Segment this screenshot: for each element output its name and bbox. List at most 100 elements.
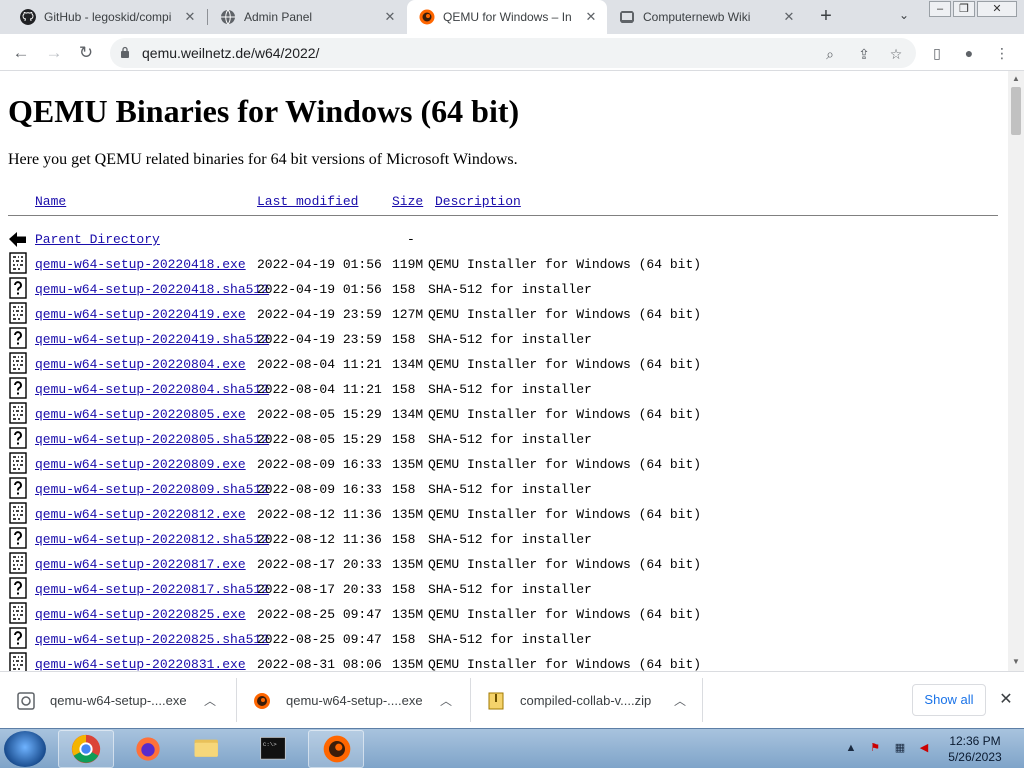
search-icon[interactable]: ⌕ [820,44,840,64]
file-size: 127M [392,307,424,322]
maximize-button[interactable]: ❐ [953,1,975,17]
profile-icon[interactable]: ● [959,43,979,63]
file-description: SHA-512 for installer [428,432,592,447]
file-size: 135M [392,507,424,522]
clock-time: 12:36 PM [949,734,1001,748]
unknown-file-icon [9,477,27,499]
wiki-icon [620,11,634,23]
file-link[interactable]: qemu-w64-setup-20220809.sha512 [35,482,269,497]
file-link[interactable]: qemu-w64-setup-20220812.sha512 [35,532,269,547]
close-tab-icon[interactable]: ✕ [583,9,599,25]
download-file-name: qemu-w64-setup-....exe [286,693,423,708]
folder-icon [194,739,218,757]
file-link[interactable]: qemu-w64-setup-20220817.exe [35,557,246,572]
show-hidden-icons[interactable]: ▲ [844,741,858,755]
unknown-file-icon [9,327,27,349]
file-link[interactable]: qemu-w64-setup-20220825.sha512 [35,632,269,647]
file-link[interactable]: qemu-w64-setup-20220419.exe [35,307,246,322]
close-tab-icon[interactable]: ✕ [182,9,198,25]
tab-qemu[interactable]: QEMU for Windows – Ins ✕ [407,0,607,34]
back-icon[interactable]: ← [8,40,34,66]
parent-directory-row: Parent Directory - [0,227,1000,252]
file-link[interactable]: qemu-w64-setup-20220812.exe [35,507,246,522]
file-row: qemu-w64-setup-20220419.exe 2022-04-19 23… [0,302,1000,327]
scroll-down-arrow[interactable]: ▼ [1011,657,1021,666]
file-link[interactable]: qemu-w64-setup-20220809.exe [35,457,246,472]
bookmark-star-icon[interactable]: ☆ [886,44,906,64]
file-link[interactable]: qemu-w64-setup-20220825.exe [35,607,246,622]
file-link[interactable]: qemu-w64-setup-20220418.exe [35,257,246,272]
tab-admin-panel[interactable]: Admin Panel ✕ [208,0,406,34]
file-modified: 2022-08-17 20:33 [257,557,382,572]
url-text[interactable]: qemu.weilnetz.de/w64/2022/ [142,45,319,61]
file-link[interactable]: qemu-w64-setup-20220831.exe [35,657,246,671]
file-link[interactable]: qemu-w64-setup-20220418.sha512 [35,282,269,297]
chevron-up-icon[interactable]: ︿ [436,692,456,709]
taskbar-qemu[interactable] [308,730,364,768]
close-tab-icon[interactable]: ✕ [382,9,398,25]
tab-github[interactable]: GitHub - legoskid/compil ✕ [8,0,206,34]
scroll-thumb[interactable] [1011,87,1021,135]
network-icon[interactable]: ▦ [893,741,907,755]
file-link[interactable]: qemu-w64-setup-20220805.exe [35,407,246,422]
column-header-size[interactable]: Size [392,194,423,209]
file-link[interactable]: qemu-w64-setup-20220804.exe [35,357,246,372]
taskbar-explorer[interactable] [180,730,236,768]
file-description: SHA-512 for installer [428,282,592,297]
taskbar-chrome[interactable] [58,730,114,768]
unknown-file-icon [9,427,27,449]
close-icon[interactable]: ✕ [996,690,1016,710]
taskbar-cmd[interactable]: C:\> [245,730,301,768]
volume-icon[interactable]: ◀ [917,741,931,755]
new-tab-button[interactable]: + [814,5,838,29]
download-item[interactable]: qemu-w64-setup-....exe ︿ [0,672,236,729]
show-all-button[interactable]: Show all [912,684,986,716]
file-description: SHA-512 for installer [428,632,592,647]
lock-icon[interactable] [120,46,130,58]
chevron-up-icon[interactable]: ︿ [200,692,220,709]
file-description: SHA-512 for installer [428,332,592,347]
minimize-button[interactable]: – [929,1,951,17]
file-row: qemu-w64-setup-20220825.exe 2022-08-25 09… [0,602,1000,627]
page-content: QEMU Binaries for Windows (64 bit) Here … [0,71,1008,671]
tab-search-icon[interactable]: ⌄ [894,8,914,28]
download-item[interactable]: compiled-collab-v....zip ︿ [470,672,702,729]
file-row: qemu-w64-setup-20220817.sha512 2022-08-17… [0,577,1000,602]
unknown-file-icon [9,627,27,649]
download-item[interactable]: qemu-w64-setup-....exe ︿ [236,672,470,729]
file-link[interactable]: qemu-w64-setup-20220804.sha512 [35,382,269,397]
column-header-last-modified[interactable]: Last modified [257,194,358,209]
file-link[interactable]: qemu-w64-setup-20220805.sha512 [35,432,269,447]
side-panel-icon[interactable]: ▯ [927,43,947,63]
binary-file-icon [9,402,27,424]
file-size: 158 [392,482,416,497]
file-modified: 2022-08-04 11:21 [257,357,382,372]
address-bar[interactable]: qemu.weilnetz.de/w64/2022/ ⌕ ⇪ ☆ [110,38,916,68]
share-icon[interactable]: ⇪ [854,44,874,64]
clock[interactable]: 12:36 PM 5/26/2023 [940,733,1010,765]
file-row: qemu-w64-setup-20220805.sha512 2022-08-05… [0,427,1000,452]
column-header-name[interactable]: Name [35,194,66,209]
taskbar-firefox[interactable] [120,730,176,768]
action-center-icon[interactable]: ⚑ [868,741,882,755]
vertical-scrollbar[interactable]: ▲ ▼ [1008,71,1024,671]
binary-file-icon [9,352,27,374]
reload-icon[interactable]: ↻ [73,40,99,66]
file-link[interactable]: qemu-w64-setup-20220419.sha512 [35,332,269,347]
column-header-description[interactable]: Description [435,194,521,209]
file-modified: 2022-08-17 20:33 [257,582,382,597]
file-link[interactable]: qemu-w64-setup-20220817.sha512 [35,582,269,597]
file-modified: 2022-08-05 15:29 [257,407,382,422]
scroll-up-arrow[interactable]: ▲ [1011,74,1021,83]
close-tab-icon[interactable]: ✕ [781,9,797,25]
parent-directory-link[interactable]: Parent Directory [35,232,160,247]
menu-icon[interactable]: ⋮ [992,43,1012,63]
qemu-icon [323,735,351,763]
forward-icon[interactable]: → [41,40,67,66]
tab-computernewb-wiki[interactable]: Computernewb Wiki ✕ [607,0,805,34]
file-row: qemu-w64-setup-20220812.sha512 2022-08-12… [0,527,1000,552]
close-window-button[interactable]: ✕ [977,1,1017,17]
start-button[interactable] [4,731,46,767]
clock-date: 5/26/2023 [948,750,1002,764]
chevron-up-icon[interactable]: ︿ [670,692,690,709]
